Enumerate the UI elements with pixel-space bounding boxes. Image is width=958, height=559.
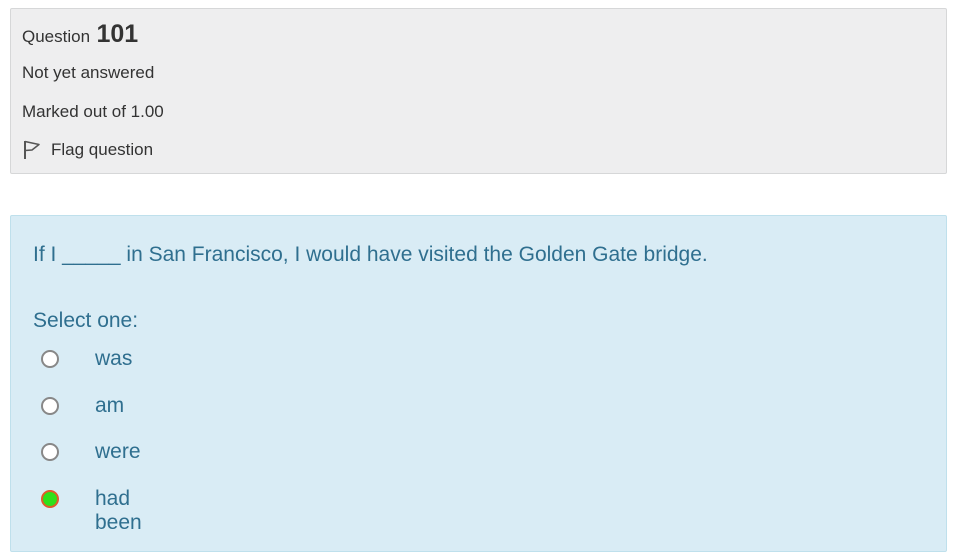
radio-button-selected[interactable] xyxy=(41,489,59,508)
flag-question-label: Flag question xyxy=(51,140,154,159)
flag-icon xyxy=(23,140,41,160)
answer-option-had-been[interactable]: had been xyxy=(41,486,142,534)
question-grade: Marked out of 1.00 xyxy=(22,102,164,121)
answer-option-label[interactable]: were xyxy=(95,440,141,464)
question-info-panel: Question 101 Not yet answered Marked out… xyxy=(10,8,947,174)
answer-options: was am were had been xyxy=(41,346,142,534)
answer-option-were[interactable]: were xyxy=(41,439,141,486)
flag-question-button[interactable]: Flag question xyxy=(23,140,153,160)
question-text: If I _____ in San Francisco, I would hav… xyxy=(33,243,708,266)
answer-option-was[interactable]: was xyxy=(41,346,132,393)
radio-button[interactable] xyxy=(41,396,59,415)
question-formulation-panel: If I _____ in San Francisco, I would hav… xyxy=(10,215,947,552)
radio-button[interactable] xyxy=(41,443,59,461)
answer-option-am[interactable]: am xyxy=(41,393,124,440)
select-one-prompt: Select one: xyxy=(33,309,139,332)
question-state: Not yet answered xyxy=(22,63,155,82)
answer-option-label[interactable]: had been xyxy=(95,487,142,535)
answer-option-label[interactable]: was xyxy=(95,347,132,371)
radio-button[interactable] xyxy=(41,350,59,368)
question-number: 101 xyxy=(96,20,139,48)
question-number-heading: Question 101 xyxy=(22,20,138,49)
answer-option-label[interactable]: am xyxy=(95,394,124,418)
question-label: Question xyxy=(22,27,91,46)
